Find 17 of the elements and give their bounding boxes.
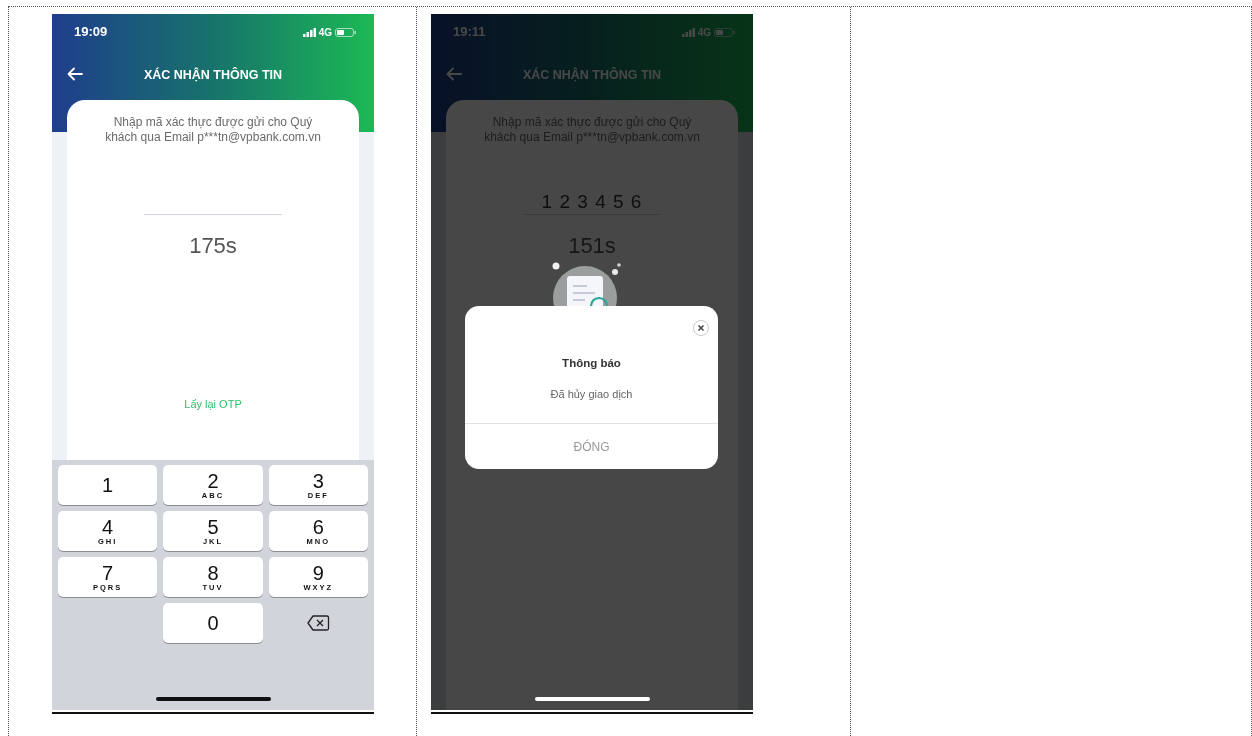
signal-icon bbox=[302, 27, 316, 37]
screen-title: XÁC NHẬN THÔNG TIN bbox=[522, 66, 662, 84]
network-label: 4G bbox=[318, 25, 332, 40]
status-time: 19:09 bbox=[74, 23, 108, 42]
instruction-text: Nhập mã xác thực được gửi cho Quý khách qua Email p***tn@vpbank.com.vn bbox=[104, 114, 322, 145]
dialog-title: Thông báo bbox=[562, 356, 621, 371]
screen-title: XÁC NHẬN THÔNG TIN bbox=[143, 66, 283, 84]
backspace-icon[interactable] bbox=[306, 615, 330, 631]
close-icon[interactable] bbox=[693, 320, 709, 336]
keypad-key[interactable]: 1 bbox=[58, 465, 158, 505]
back-arrow-icon[interactable] bbox=[67, 67, 83, 81]
status-time: 19:11 bbox=[453, 23, 486, 42]
network-label: 4G bbox=[697, 25, 711, 40]
countdown-timer: 175s bbox=[189, 232, 237, 260]
keypad-key[interactable]: 0 bbox=[163, 603, 263, 643]
dialog-message: Đã hủy giao dịch bbox=[550, 387, 633, 403]
battery-icon bbox=[335, 27, 356, 37]
